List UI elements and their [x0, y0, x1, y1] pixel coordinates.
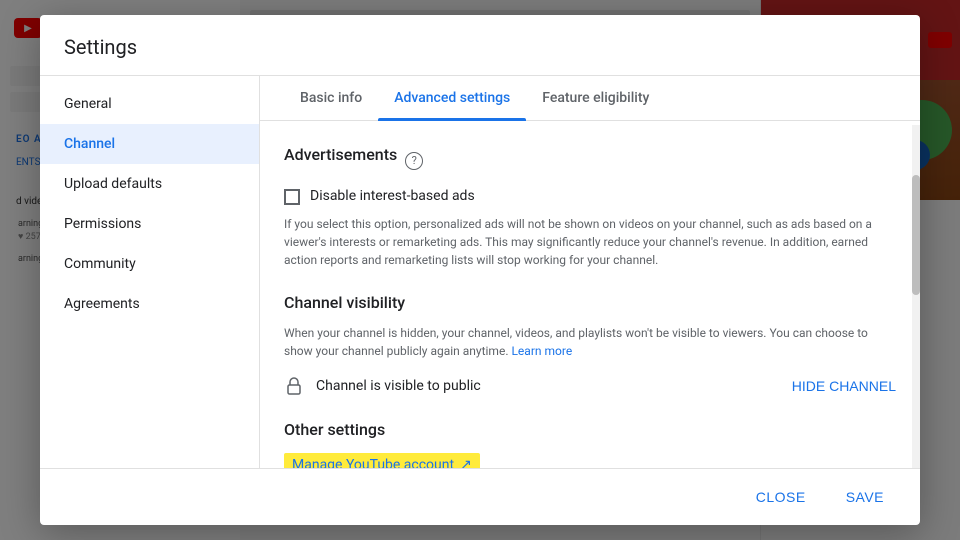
manage-yt-external-icon: ↗: [460, 457, 472, 468]
dialog-title: Settings: [64, 35, 896, 59]
close-button[interactable]: CLOSE: [740, 481, 822, 513]
dialog-header: Settings: [40, 15, 920, 76]
advertisements-title-row: Advertisements ?: [284, 145, 896, 176]
learn-more-link[interactable]: Learn more: [511, 344, 572, 358]
visibility-status-row: Channel is visible to public HIDE CHANNE…: [284, 376, 896, 396]
manage-yt-link-wrap: Manage YouTube account ↗: [284, 453, 896, 468]
tab-advanced-settings[interactable]: Advanced settings: [378, 76, 526, 120]
manage-yt-label: Manage YouTube account: [292, 457, 454, 468]
scroll-track: [912, 125, 920, 468]
channel-visibility-section: Channel visibility When your channel is …: [284, 293, 896, 396]
advertisements-title: Advertisements: [284, 145, 397, 164]
save-button[interactable]: SAVE: [830, 481, 900, 513]
manage-youtube-account-link[interactable]: Manage YouTube account ↗: [284, 453, 480, 468]
dialog-footer: CLOSE SAVE: [40, 468, 920, 525]
sidebar-item-agreements[interactable]: Agreements: [40, 284, 259, 324]
scroll-thumb[interactable]: [912, 175, 920, 295]
other-settings-section: Other settings Manage YouTube account ↗ …: [284, 420, 896, 468]
visibility-left: Channel is visible to public: [284, 376, 481, 396]
other-settings-title: Other settings: [284, 420, 896, 439]
advertisements-description: If you select this option, personalized …: [284, 215, 896, 269]
visibility-status-text: Channel is visible to public: [316, 378, 481, 394]
hide-channel-button[interactable]: HIDE CHANNEL: [792, 378, 896, 394]
advertisements-section: Advertisements ? Disable interest-based …: [284, 145, 896, 269]
sidebar-item-general[interactable]: General: [40, 84, 259, 124]
tabs-bar: Basic info Advanced settings Feature eli…: [260, 76, 920, 121]
sidebar-item-permissions[interactable]: Permissions: [40, 204, 259, 244]
channel-visibility-title: Channel visibility: [284, 293, 896, 312]
advertisements-help-icon[interactable]: ?: [405, 152, 423, 170]
settings-sidebar: General Channel Upload defaults Permissi…: [40, 76, 260, 468]
channel-visibility-description: When your channel is hidden, your channe…: [284, 324, 896, 360]
sidebar-item-upload-defaults[interactable]: Upload defaults: [40, 164, 259, 204]
dialog-body: General Channel Upload defaults Permissi…: [40, 76, 920, 468]
tab-feature-eligibility[interactable]: Feature eligibility: [526, 76, 665, 120]
sidebar-item-channel[interactable]: Channel: [40, 124, 259, 164]
tab-basic-info[interactable]: Basic info: [284, 76, 378, 120]
disable-ads-label: Disable interest-based ads: [310, 188, 475, 204]
modal-overlay: Settings General Channel Upload defaults…: [0, 0, 960, 540]
settings-content[interactable]: Advertisements ? Disable interest-based …: [260, 121, 920, 468]
disable-ads-checkbox[interactable]: [284, 189, 300, 205]
settings-dialog: Settings General Channel Upload defaults…: [40, 15, 920, 525]
disable-ads-row: Disable interest-based ads: [284, 188, 896, 205]
settings-main: Basic info Advanced settings Feature eli…: [260, 76, 920, 468]
lock-icon: [284, 376, 304, 396]
sidebar-item-community[interactable]: Community: [40, 244, 259, 284]
